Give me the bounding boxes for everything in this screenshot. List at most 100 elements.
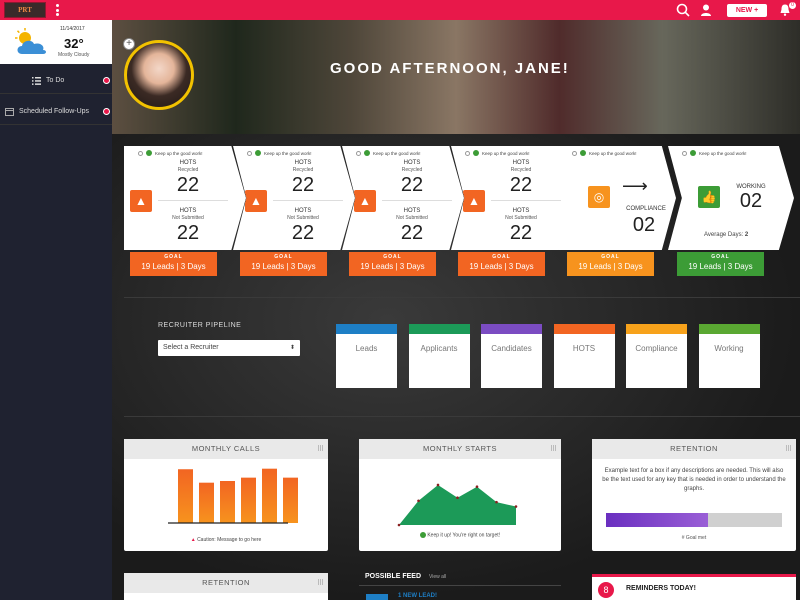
pipeline-stage-compliance[interactable]: Keep up the good work! ◎ ⟶ COMPLIANCE 02 <box>558 146 676 250</box>
divider <box>273 200 343 201</box>
retention-progress-track <box>606 513 782 527</box>
recruiter-card-applicants[interactable]: Applicants <box>408 324 470 388</box>
data-point <box>417 499 420 503</box>
feed-item[interactable]: 1 NEW LEAD! <box>398 593 437 599</box>
goal-text: 19 Leads | 3 Days <box>360 262 425 271</box>
drag-handle-icon[interactable] <box>318 579 324 585</box>
arrow-icon: ⟶ <box>622 176 648 196</box>
pipeline-stage-hots[interactable]: Keep up the good work! ▲ HOTS Recycled 22 HOT… <box>233 146 355 250</box>
warning-icon: ▲ <box>190 537 196 543</box>
hots-not-submitted-value: 22 <box>509 222 533 244</box>
hots-sublabel: Recycled <box>510 167 532 173</box>
goal-title: GOAL <box>383 254 402 260</box>
hots-label: HOTS <box>294 160 312 166</box>
goal-met-label: # Goal met <box>681 535 707 541</box>
panel-title: MONTHLY CALLS <box>191 444 261 453</box>
panel-title: MONTHLY STARTS <box>423 444 497 453</box>
bar-6 <box>283 477 298 523</box>
sidebar-item-scheduled-followups[interactable]: Scheduled Follow-Ups <box>0 99 112 125</box>
user-icon[interactable] <box>699 3 713 17</box>
retention-panel: RETENTION Example text for a box if any … <box>592 439 796 551</box>
hots-recycled-value: 22 <box>291 174 315 196</box>
flame-icon: ▲ <box>463 190 485 212</box>
cloud-sun-icon <box>15 28 46 54</box>
top-bar: PRT NEW + 0 <box>0 0 800 20</box>
card-color-bar <box>408 324 470 334</box>
card-color-bar <box>336 324 397 334</box>
caution-message: ▲ Caution: Message to go here <box>190 537 262 543</box>
data-point <box>495 500 498 504</box>
pipeline-stage-working[interactable]: Keep up the good work! 👍 WORKING 02 Aver… <box>668 146 794 250</box>
card-label: Working <box>714 344 744 353</box>
hots-not-submitted-value: 22 <box>176 222 200 244</box>
goal-title: GOAL <box>492 254 511 260</box>
notification-dot <box>103 108 110 115</box>
possible-feed-header: POSSIBLE FEED View all <box>359 570 561 586</box>
recruiter-card-working[interactable]: Working <box>698 324 760 388</box>
recruiter-card-hots[interactable]: HOTS <box>553 324 615 388</box>
handshake-icon: ◎ <box>588 186 610 208</box>
pipeline-stage-hots[interactable]: Keep up the good work! ▲ HOTS Recycled 22 HOT… <box>342 146 464 250</box>
search-icon[interactable] <box>676 3 690 17</box>
goal-badge: GOAL 19 Leads | 3 Days <box>130 252 217 276</box>
chevron-updown-icon: ⬍ <box>289 345 295 351</box>
recruiter-card-compliance[interactable]: Compliance <box>626 324 687 388</box>
hots-sublabel: Recycled <box>401 167 423 173</box>
bar-1 <box>178 469 193 523</box>
recruiter-card-candidates[interactable]: Candidates <box>481 324 542 388</box>
goal-title: GOAL <box>164 254 183 260</box>
data-point <box>436 483 440 487</box>
goal-text: 19 Leads | 3 Days <box>141 262 206 271</box>
goal-badge: GOAL 19 Leads | 3 Days <box>240 252 327 276</box>
retention-description: Example text for a box if any descriptio… <box>602 468 786 492</box>
greeting-text: GOOD AFTERNOON, JANE! <box>330 60 570 77</box>
pipeline-stage-hots[interactable]: Keep up the good work! ▲ HOTS Recycled 22 HOT… <box>124 146 246 250</box>
reminders-title: REMINDERS TODAY! <box>626 585 697 592</box>
view-all-link[interactable]: View all <box>429 574 446 580</box>
average-days: Average Days: 2 <box>704 232 749 238</box>
retention-progress-fill <box>606 513 709 527</box>
hots-sublabel: Not Submitted <box>287 215 319 221</box>
add-photo-button[interactable]: + <box>123 38 135 50</box>
menu-kebab-icon[interactable] <box>56 4 59 16</box>
drag-handle-icon[interactable] <box>318 445 324 451</box>
drag-handle-icon[interactable] <box>786 445 792 451</box>
pipeline-stage-hots[interactable]: Keep up the good work! ▲ HOTS Recycled 22 HOT… <box>451 146 573 250</box>
data-point <box>514 505 518 508</box>
hots-label: HOTS <box>179 160 197 166</box>
card-color-bar <box>698 324 760 334</box>
hots-not-submitted-value: 22 <box>400 222 424 244</box>
data-point <box>475 485 479 489</box>
goal-badge: GOAL 19 Leads | 3 Days <box>458 252 545 276</box>
compliance-label: COMPLIANCE <box>626 206 666 212</box>
sidebar-item-label: To Do <box>46 77 65 84</box>
hots-label: HOTS <box>512 160 530 166</box>
card-label: Leads <box>355 344 378 353</box>
drag-handle-icon[interactable] <box>551 445 557 451</box>
calendar-icon <box>5 108 14 116</box>
hots-sublabel: Not Submitted <box>396 215 428 221</box>
weather-temperature: 32° <box>64 36 84 51</box>
hots-recycled-value: 22 <box>400 174 424 196</box>
divider <box>124 416 800 417</box>
check-icon <box>419 532 426 538</box>
data-point <box>456 496 459 500</box>
weather-widget: 11/14/2017 32° Mostly Cloudy <box>0 20 112 64</box>
new-button[interactable]: NEW + <box>727 4 767 17</box>
app-logo[interactable]: PRT <box>4 2 46 18</box>
sidebar: 11/14/2017 32° Mostly Cloudy To Do Sched… <box>0 20 112 600</box>
goal-title: GOAL <box>274 254 293 260</box>
reminders-count: 8 <box>598 582 614 598</box>
card-label: HOTS <box>572 344 596 353</box>
card-label: Candidates <box>491 344 532 353</box>
sidebar-item-todo[interactable]: To Do <box>0 68 112 94</box>
recruiter-card-leads[interactable]: Leads <box>336 324 397 388</box>
hots-sublabel: Recycled <box>177 167 199 173</box>
recruiter-select[interactable]: Select a Recruiter ⬍ <box>158 340 300 356</box>
working-value: 02 <box>739 190 763 212</box>
thumbs-up-icon: 👍 <box>698 186 720 208</box>
bar-5 <box>262 468 277 523</box>
status-text: Keep up the good work! <box>264 150 312 156</box>
goal-title: GOAL <box>711 254 730 260</box>
avatar[interactable] <box>124 40 194 110</box>
